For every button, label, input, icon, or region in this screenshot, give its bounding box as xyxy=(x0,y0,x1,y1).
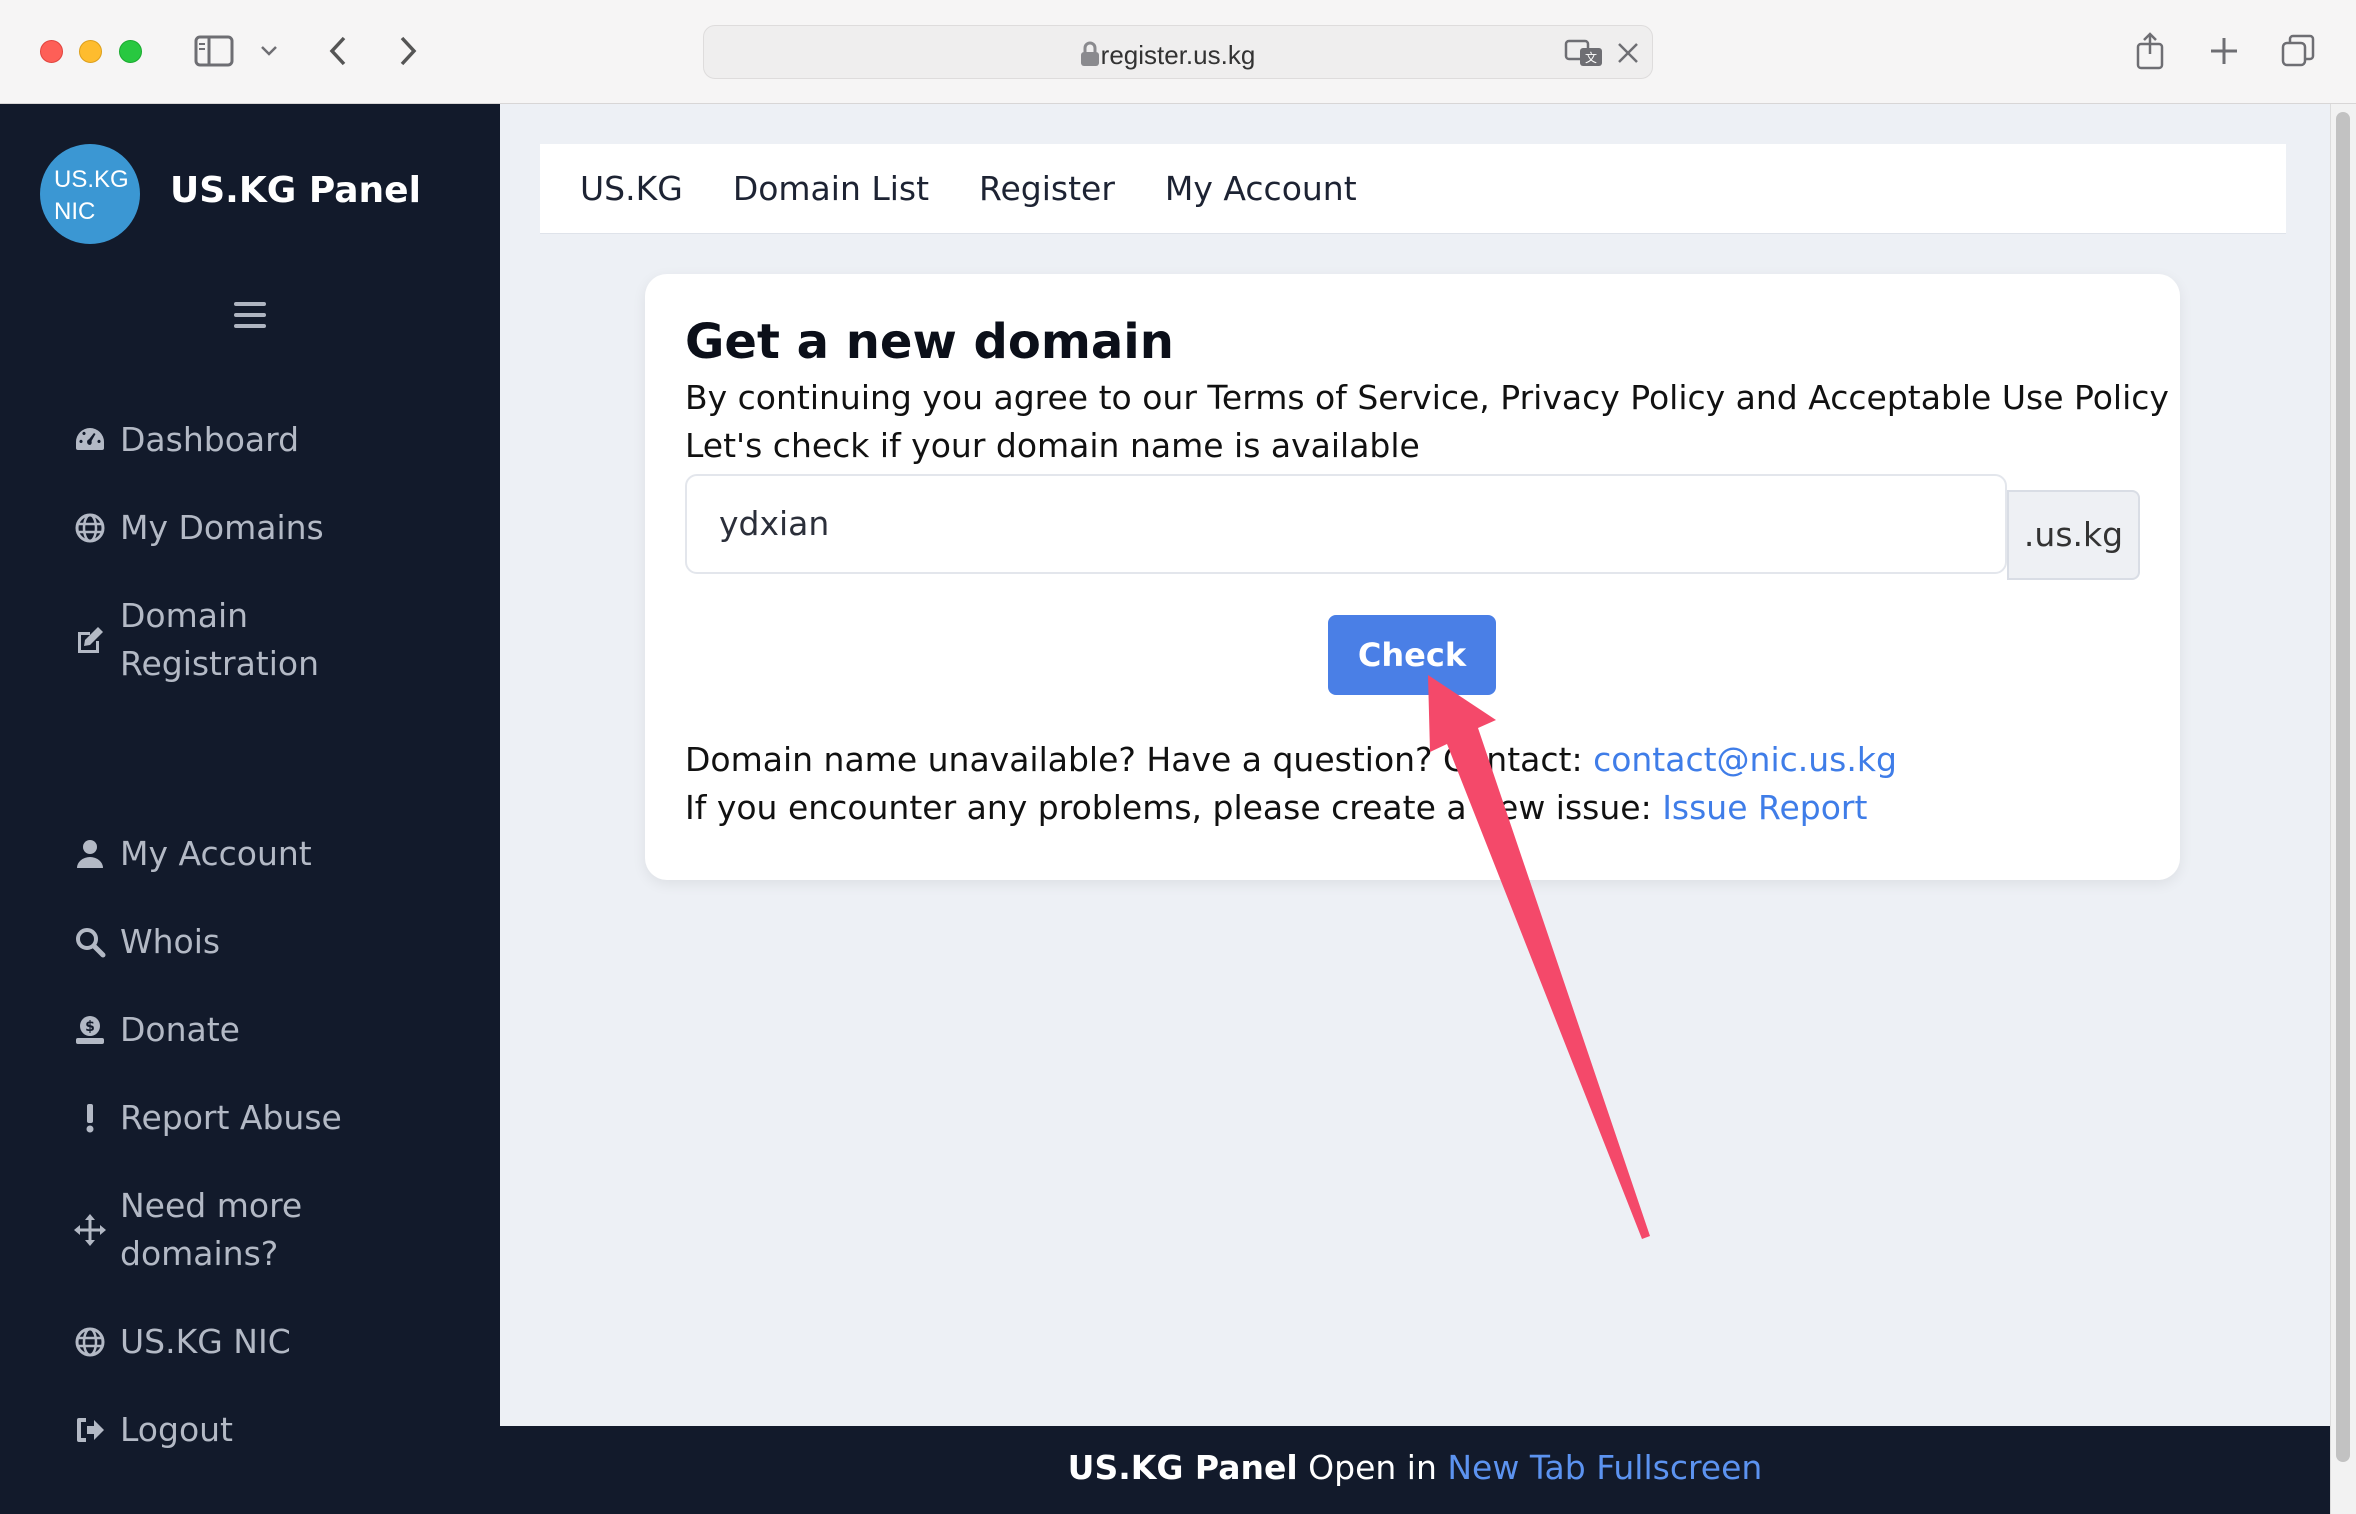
availability-prompt: Let's check if your domain name is avail… xyxy=(685,426,1420,465)
new-tab-icon[interactable] xyxy=(2204,26,2244,76)
check-button[interactable]: Check xyxy=(1328,615,1496,695)
top-navigation: US.KG Domain List Register My Account xyxy=(540,144,2286,234)
lock-icon xyxy=(1079,40,1101,72)
sidebar-item-my-account[interactable]: My Account xyxy=(70,830,312,878)
sidebar-item-need-more-domains[interactable]: Need more domains? xyxy=(70,1182,302,1278)
scrollbar-thumb[interactable] xyxy=(2336,112,2350,1462)
edit-icon xyxy=(70,592,110,688)
domain-search-card: Get a new domain By continuing you agree… xyxy=(645,274,2180,880)
sidebar-item-whois[interactable]: Whois xyxy=(70,918,220,966)
sidebar-item-my-domains[interactable]: My Domains xyxy=(70,504,324,552)
nav-link-register[interactable]: Register xyxy=(979,169,1115,208)
donate-icon: $ xyxy=(70,1006,110,1054)
globe-icon xyxy=(70,504,110,552)
url-text: register.us.kg xyxy=(1100,40,1256,70)
sidebar-item-report-abuse[interactable]: Report Abuse xyxy=(70,1094,342,1142)
main-content: US.KG Domain List Register My Account Ge… xyxy=(500,104,2330,1426)
zoom-window-button[interactable] xyxy=(119,40,142,63)
sidebar-toggle-icon[interactable] xyxy=(192,26,236,76)
issue-report-link[interactable]: Issue Report xyxy=(1662,788,1867,827)
domain-input[interactable]: ydxian xyxy=(685,474,2007,574)
footer-bar: US.KG Panel Open in New Tab Fullscreen xyxy=(500,1426,2330,1514)
address-bar[interactable]: register.us.kg 文 xyxy=(703,25,1653,79)
issue-line: If you encounter any problems, please cr… xyxy=(685,788,1868,827)
menu-icon[interactable] xyxy=(234,302,266,328)
nav-link-domain-list[interactable]: Domain List xyxy=(733,169,929,208)
tab-overview-icon[interactable] xyxy=(2278,26,2318,76)
sidebar-item-uskg-nic[interactable]: US.KG NIC xyxy=(70,1318,291,1366)
exclamation-icon xyxy=(70,1094,110,1142)
footer-brand: US.KG Panel xyxy=(1067,1448,1298,1487)
gauge-icon xyxy=(70,416,110,464)
back-icon[interactable] xyxy=(318,26,358,76)
nav-link-my-account[interactable]: My Account xyxy=(1165,169,1357,208)
brand-title[interactable]: US.KG Panel xyxy=(170,170,421,211)
sidebar-item-donate[interactable]: $ Donate xyxy=(70,1006,240,1054)
search-icon xyxy=(70,918,110,966)
sidebar-item-domain-registration[interactable]: Domain Registration xyxy=(70,592,319,688)
domain-suffix: .us.kg xyxy=(2007,490,2140,580)
sidebar-item-logout[interactable]: Logout xyxy=(70,1406,233,1454)
forward-icon[interactable] xyxy=(388,26,428,76)
minimize-window-button[interactable] xyxy=(79,40,102,63)
user-icon xyxy=(70,830,110,878)
contact-line: Domain name unavailable? Have a question… xyxy=(685,740,1897,779)
move-icon xyxy=(70,1182,110,1278)
browser-toolbar: register.us.kg 文 xyxy=(0,0,2356,104)
chevron-down-icon[interactable] xyxy=(256,26,282,76)
card-title: Get a new domain xyxy=(685,314,1174,370)
contact-email-link[interactable]: contact@nic.us.kg xyxy=(1593,740,1897,779)
translate-icon[interactable]: 文 xyxy=(1564,39,1604,71)
globe-icon xyxy=(70,1318,110,1366)
close-icon[interactable] xyxy=(1616,41,1640,69)
share-icon[interactable] xyxy=(2130,26,2170,76)
svg-text:$: $ xyxy=(85,1019,95,1035)
close-window-button[interactable] xyxy=(40,40,63,63)
nav-link-uskg[interactable]: US.KG xyxy=(580,169,683,208)
sidebar-item-dashboard[interactable]: Dashboard xyxy=(70,416,299,464)
fullscreen-link[interactable]: New Tab Fullscreen xyxy=(1447,1448,1762,1487)
logout-icon xyxy=(70,1406,110,1454)
terms-text: By continuing you agree to our Terms of … xyxy=(685,378,2169,417)
sidebar: US.KG NIC US.KG Panel Dashboard My Domai… xyxy=(0,104,500,1514)
svg-text:文: 文 xyxy=(1585,50,1597,65)
logo[interactable]: US.KG NIC xyxy=(40,144,140,244)
